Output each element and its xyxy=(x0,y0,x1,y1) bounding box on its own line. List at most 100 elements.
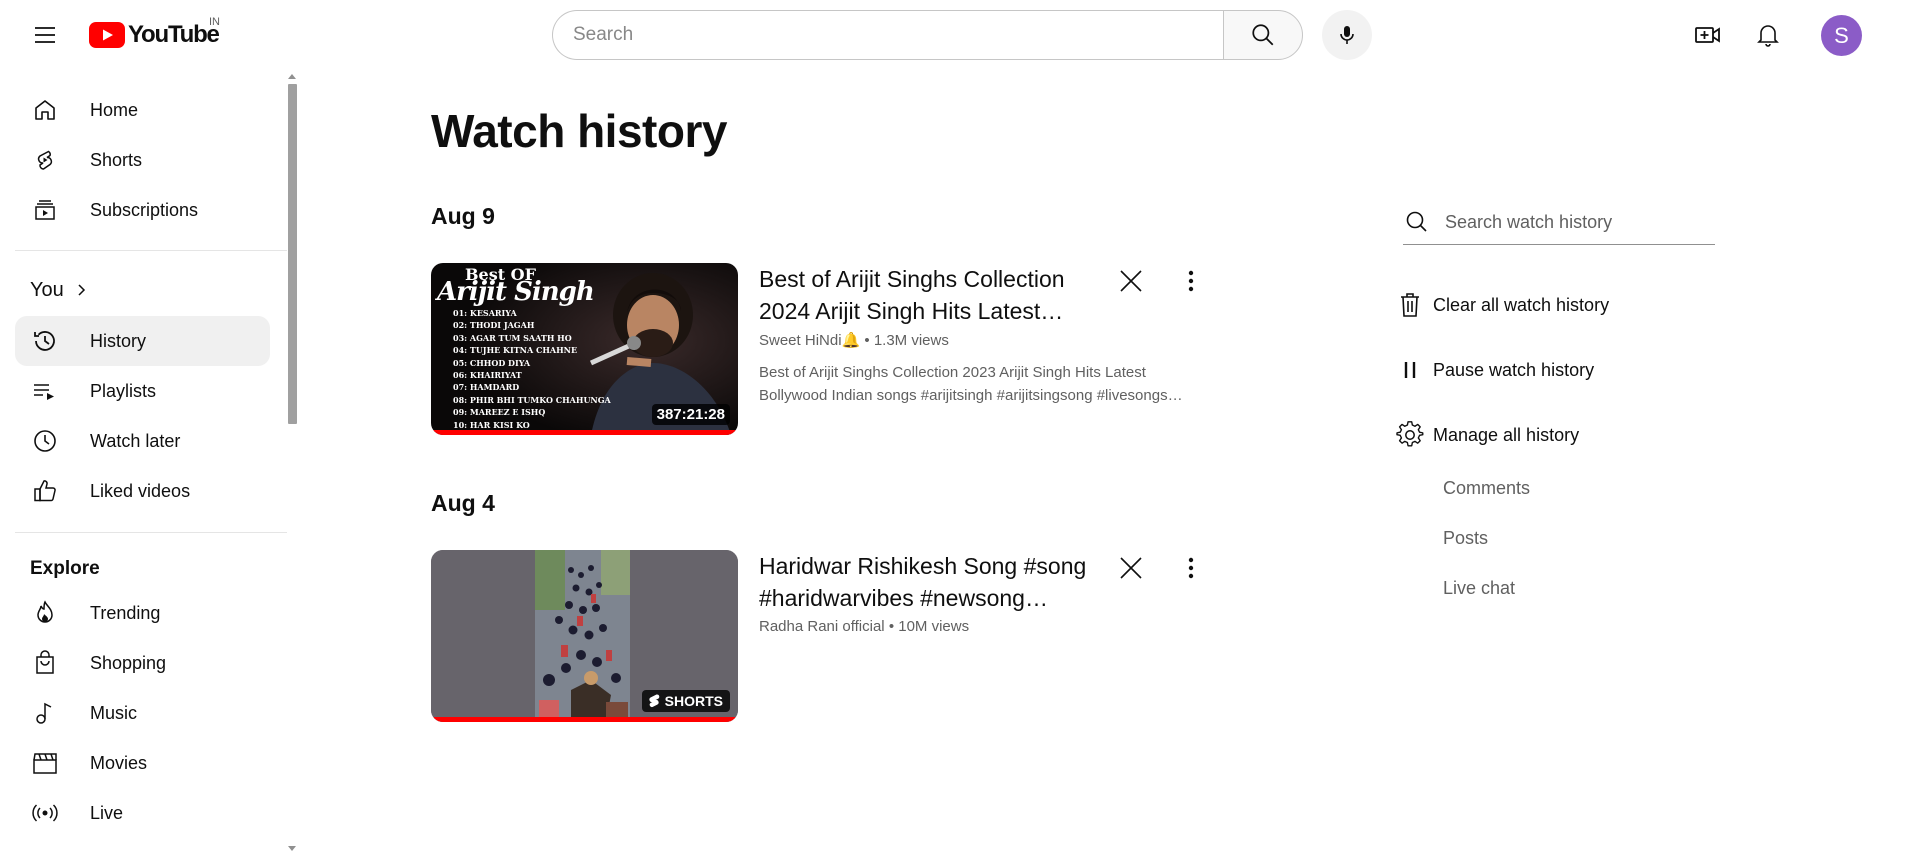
search-button[interactable] xyxy=(1223,10,1303,60)
meta-separator: • xyxy=(888,618,899,635)
track-line: 01: KESARIYA xyxy=(453,308,517,318)
sidebar-item-label: Movies xyxy=(90,752,148,773)
video-thumbnail[interactable]: Best OF Arijit Singh 01: KESARIYA 02: TH… xyxy=(431,263,738,435)
comments-history-link[interactable]: Comments xyxy=(1443,478,1530,499)
sidebar-item-home[interactable]: Home xyxy=(15,85,270,135)
track-line: 05: CHHOD DIYA xyxy=(453,357,531,368)
notifications-button[interactable] xyxy=(1746,14,1790,56)
sidebar-item-subscriptions[interactable]: Subscriptions xyxy=(15,185,270,235)
track-line: 03: AGAR TUM SAATH HO xyxy=(453,332,572,343)
pause-history-label: Pause watch history xyxy=(1433,359,1595,380)
hamburger-icon xyxy=(35,27,55,43)
more-actions-button[interactable] xyxy=(1171,548,1211,588)
explore-heading: Explore xyxy=(30,558,100,579)
more-vertical-icon xyxy=(1188,557,1194,579)
page-title: Watch history xyxy=(431,105,727,157)
video-thumbnail[interactable]: SHORTS xyxy=(431,550,738,722)
sidebar-item-label: Playlists xyxy=(90,380,157,401)
watched-progress-bar xyxy=(431,430,738,435)
clock-icon xyxy=(30,426,60,456)
shorts-badge: SHORTS xyxy=(641,690,730,712)
create-video-icon xyxy=(1695,27,1720,43)
gaming-icon xyxy=(30,848,60,857)
more-vertical-icon xyxy=(1188,270,1194,292)
manage-all-history-button[interactable]: Manage all history xyxy=(1395,415,1579,455)
subscriptions-icon xyxy=(30,195,60,225)
live-broadcast-icon xyxy=(30,798,60,828)
create-button[interactable] xyxy=(1686,14,1730,56)
history-video-item: SHORTS Haridwar Rishikesh Song #song #ha… xyxy=(431,550,1211,722)
pause-icon xyxy=(1395,355,1425,385)
sidebar-divider xyxy=(15,250,287,251)
guide-menu-button[interactable] xyxy=(22,14,68,56)
shorts-badge-label: SHORTS xyxy=(664,693,723,709)
logo-wordmark: YouTube xyxy=(128,21,220,48)
pause-watch-history-button[interactable]: Pause watch history xyxy=(1395,350,1594,390)
history-search-box xyxy=(1403,200,1715,245)
video-metadata: Radha Rani official • 10M views xyxy=(759,618,969,635)
sidebar-item-partial[interactable] xyxy=(15,838,270,857)
remove-from-history-button[interactable] xyxy=(1111,261,1151,301)
watched-progress-bar xyxy=(431,717,738,722)
voice-search-button[interactable] xyxy=(1322,10,1372,60)
history-search-input[interactable] xyxy=(1445,211,1705,233)
sidebar-item-history[interactable]: History xyxy=(15,316,270,366)
shorts-icon xyxy=(30,145,60,175)
thumbnail-tracklist: 01: KESARIYA 02: THODI JAGAH 03: AGAR TU… xyxy=(453,307,611,431)
posts-history-link[interactable]: Posts xyxy=(1443,528,1488,549)
chevron-right-icon xyxy=(78,284,85,296)
thumbs-up-icon xyxy=(30,476,60,506)
music-note-icon xyxy=(30,698,60,728)
home-icon xyxy=(30,95,60,125)
sidebar-item-trending[interactable]: Trending xyxy=(15,588,270,638)
sidebar-item-movies[interactable]: Movies xyxy=(15,738,270,788)
search-input[interactable] xyxy=(552,10,1223,60)
sidebar-item-watch-later[interactable]: Watch later xyxy=(15,416,270,466)
track-line: 04: TUJHE KITNA CHAHNE xyxy=(453,345,578,356)
sidebar-item-label: Home xyxy=(90,99,139,120)
channel-name[interactable]: Sweet HiNdi🔔 xyxy=(759,332,860,349)
track-line: 08: PHIR BHI TUMKO CHAHUNGA xyxy=(453,394,611,405)
sidebar-item-live[interactable]: Live xyxy=(15,788,270,838)
meta-separator: • xyxy=(864,332,874,349)
sidebar-scrollbar-thumb[interactable] xyxy=(288,84,297,424)
video-title[interactable]: Best of Arijit Singhs Collection 2024 Ar… xyxy=(759,263,1099,327)
channel-name[interactable]: Radha Rani official xyxy=(759,618,885,635)
video-duration: 387:21:28 xyxy=(651,404,730,425)
youtube-play-icon xyxy=(89,22,125,48)
sidebar-item-liked-videos[interactable]: Liked videos xyxy=(15,466,270,516)
more-actions-button[interactable] xyxy=(1171,261,1211,301)
masthead: YouTube IN S xyxy=(0,0,1920,70)
remove-from-history-button[interactable] xyxy=(1111,548,1151,588)
view-count: 10M views xyxy=(898,618,970,635)
youtube-logo[interactable]: YouTube xyxy=(89,20,220,50)
video-title[interactable]: Haridwar Rishikesh Song #song #haridwarv… xyxy=(759,550,1099,614)
track-line: 09: MAREEZ E ISHQ xyxy=(453,407,546,418)
guide-sidebar: Home Shorts Subscriptions You History Pl… xyxy=(0,70,300,857)
live-chat-history-link[interactable]: Live chat xyxy=(1443,578,1515,599)
account-avatar[interactable]: S xyxy=(1821,15,1862,56)
view-count: 1.3M views xyxy=(873,332,949,349)
clear-watch-history-button[interactable]: Clear all watch history xyxy=(1395,285,1609,325)
sidebar-item-music[interactable]: Music xyxy=(15,688,270,738)
track-line: 06: KHAIRIYAT xyxy=(453,370,522,381)
sidebar-item-playlists[interactable]: Playlists xyxy=(15,366,270,416)
sidebar-item-shopping[interactable]: Shopping xyxy=(15,638,270,688)
track-line: 07: HAMDARD xyxy=(453,382,520,393)
sidebar-item-label: Shopping xyxy=(90,652,167,673)
trending-icon xyxy=(30,598,60,628)
sidebar-you-heading[interactable]: You xyxy=(15,265,270,315)
scrollbar-down-arrow[interactable] xyxy=(288,846,296,851)
sidebar-item-label: Subscriptions xyxy=(90,199,199,220)
playlists-icon xyxy=(30,376,60,406)
sidebar-item-shorts[interactable]: Shorts xyxy=(15,135,270,185)
thumbnail-artist-name: Arijit Singh xyxy=(437,277,595,307)
bell-icon xyxy=(1757,25,1779,47)
clear-history-label: Clear all watch history xyxy=(1433,294,1610,315)
sidebar-divider xyxy=(15,532,287,533)
scrollbar-up-arrow[interactable] xyxy=(288,74,296,79)
track-line: 02: THODI JAGAH xyxy=(453,320,535,331)
sidebar-item-label: Shorts xyxy=(90,149,143,170)
manage-history-label: Manage all history xyxy=(1433,424,1580,445)
history-icon xyxy=(30,326,60,356)
